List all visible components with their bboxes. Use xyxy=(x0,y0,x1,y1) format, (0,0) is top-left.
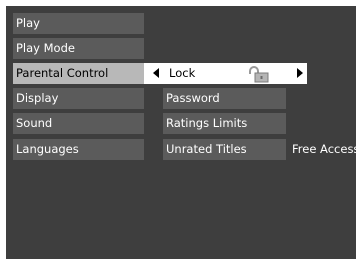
arrow-left-icon[interactable] xyxy=(153,68,159,78)
menu-item-play[interactable]: Play xyxy=(13,13,144,34)
menu-item-parental-control[interactable]: Parental Control xyxy=(13,63,144,84)
menu-item-sound[interactable]: Sound xyxy=(13,113,144,134)
arrow-right-icon[interactable] xyxy=(297,68,303,78)
lock-label: Lock xyxy=(169,66,196,80)
lock-option[interactable]: Lock xyxy=(144,63,307,84)
submenu-item-unrated-titles[interactable]: Unrated Titles xyxy=(163,139,286,160)
menu-item-languages[interactable]: Languages xyxy=(13,139,144,160)
submenu-item-ratings-limits[interactable]: Ratings Limits xyxy=(163,113,286,134)
submenu-item-password[interactable]: Password xyxy=(163,88,286,109)
menu-item-display[interactable]: Display xyxy=(13,88,144,109)
menu-item-play-mode[interactable]: Play Mode xyxy=(13,38,144,59)
unlocked-padlock-icon xyxy=(249,66,269,83)
unrated-titles-value: Free Access xyxy=(292,142,356,156)
dvd-setup-screen: Play Play Mode Parental Control Display … xyxy=(6,6,356,259)
